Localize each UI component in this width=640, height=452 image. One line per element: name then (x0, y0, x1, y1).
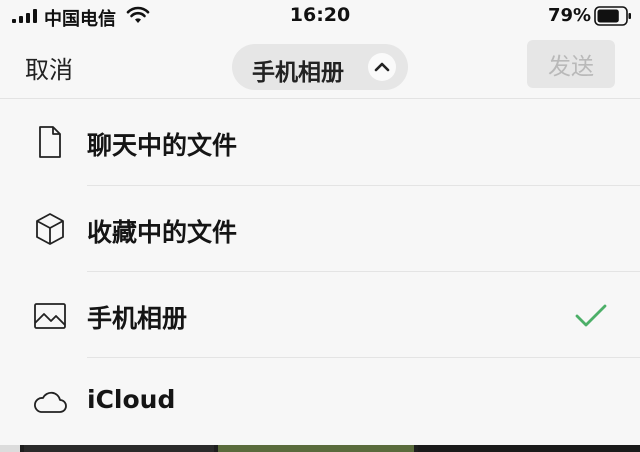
cloud-icon (34, 391, 67, 413)
source-menu: 聊天中的文件 收藏中的文件 手机相册 iCloud (0, 99, 640, 445)
photo-thumbnail (24, 445, 214, 452)
menu-item-label: 收藏中的文件 (87, 218, 238, 247)
photo-thumbnail (418, 445, 640, 452)
file-icon (39, 126, 61, 158)
photo-thumbnail (0, 445, 20, 452)
status-bar: 中国电信 16:20 79% (0, 0, 640, 34)
cube-icon (36, 213, 64, 245)
nav-bar: 取消 手机相册 发送 (0, 34, 640, 98)
menu-item-phone-album[interactable]: 手机相册 (0, 272, 640, 358)
photo-grid-peek (0, 445, 640, 452)
battery-level-fill (597, 9, 619, 23)
image-icon (34, 303, 66, 329)
album-switcher-label: 手机相册 (252, 60, 344, 86)
album-switcher[interactable]: 手机相册 (232, 44, 408, 90)
cancel-button[interactable]: 取消 (25, 50, 73, 85)
menu-item-label: iCloud (87, 385, 176, 414)
battery-percentage: 79% (548, 5, 592, 26)
send-button[interactable]: 发送 (527, 40, 615, 88)
menu-item-icloud[interactable]: iCloud (0, 358, 640, 444)
photo-thumbnail (218, 445, 414, 452)
battery-icon (594, 6, 631, 26)
menu-item-label: 手机相册 (87, 304, 188, 333)
checkmark-icon (575, 304, 607, 327)
clock: 16:20 (289, 4, 351, 26)
menu-item-favorite-files[interactable]: 收藏中的文件 (0, 186, 640, 272)
menu-item-label: 聊天中的文件 (87, 131, 238, 160)
menu-item-chat-files[interactable]: 聊天中的文件 (0, 99, 640, 185)
chevron-up-icon (368, 53, 396, 81)
